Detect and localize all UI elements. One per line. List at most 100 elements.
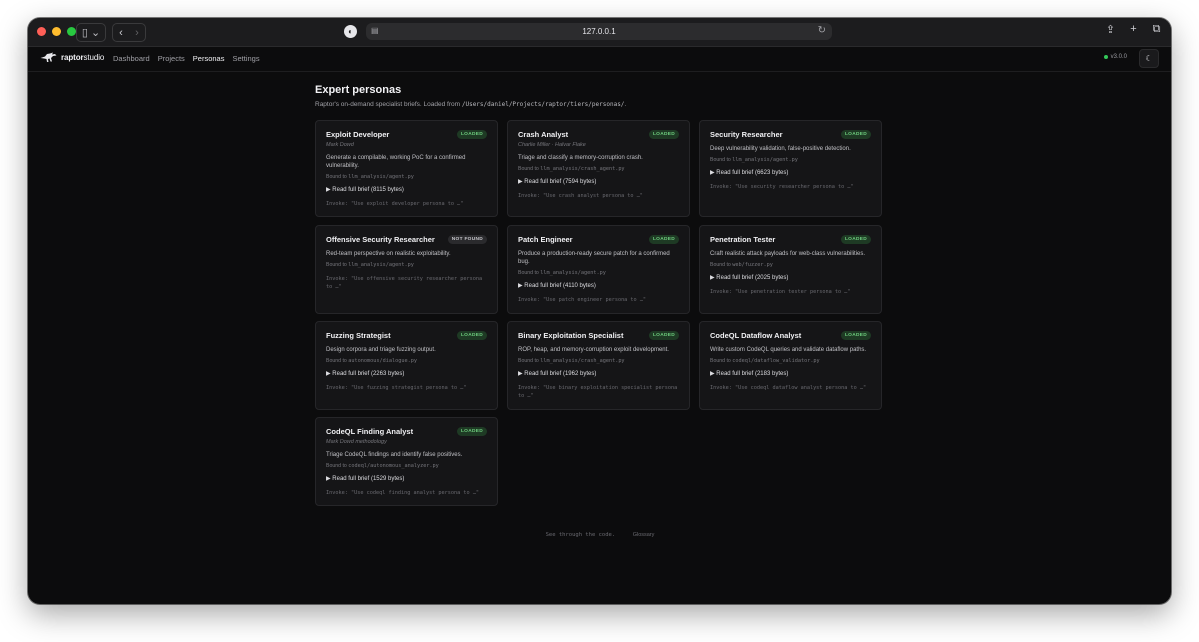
status-badge: LOADED [840,331,871,340]
persona-card: Fuzzing Strategist LOADED Design corpora a… [315,321,498,410]
history-nav: ‹ › [112,23,146,42]
persona-description: Red-team perspective on realistic exploi… [326,251,451,257]
maximize-window-button[interactable] [67,27,76,36]
persona-card: Binary Exploitation Specialist LOADED ROP,… [507,321,690,410]
read-brief-toggle[interactable]: ▶ Read full brief (1962 bytes) [518,370,679,377]
browser-toolbar: ▯ ⌄ ‹ › ◐ ▤ 127.0.0.1 ↻ ⇪ + ⧉ [28,18,1171,47]
nav-dashboard[interactable]: Dashboard [113,54,150,63]
bound-file: llm_analysis/crash_agent.py [540,358,625,364]
bound-label: Bound to [518,166,539,172]
bound-label: Bound to [326,262,347,268]
tabs-icon[interactable]: ⧉ [1150,23,1163,36]
read-brief-toggle[interactable]: ▶ Read full brief (2183 bytes) [710,370,871,377]
persona-card: Exploit Developer LOADED Mark Dowd Generate… [315,120,498,217]
nav-settings[interactable]: Settings [232,54,259,63]
bound-file: llm_analysis/agent.py [348,174,414,180]
bound-file: llm_analysis/agent.py [540,270,606,276]
status-badge: LOADED [648,235,679,244]
address-bar[interactable]: ▤ 127.0.0.1 ↻ [366,23,832,40]
invoke-hint: Invoke: "Use crash analyst persona to …" [518,193,643,199]
persona-description: Produce a production-ready secure patch … [518,251,670,265]
brand[interactable]: raptorstudio [40,52,104,63]
bound-to: Bound to llm_analysis/agent.py [326,174,487,180]
bound-to: Bound to llm_analysis/agent.py [710,157,871,163]
bound-label: Bound to [710,262,731,268]
bound-file: llm_analysis/crash_agent.py [540,166,625,172]
subtitle-text: Raptor's on-demand specialist briefs. Lo… [315,101,461,108]
personas-path: /Users/daniel/Projects/raptor/tiers/pers… [461,101,625,108]
status-badge: LOADED [840,130,871,139]
minimize-window-button[interactable] [52,27,61,36]
theme-toggle-button[interactable]: ☾ [1139,49,1159,68]
persona-author: Charlie Miller · Halvar Flake [518,142,586,148]
bound-label: Bound to [518,358,539,364]
read-brief-toggle[interactable]: ▶ Read full brief (6623 bytes) [710,169,871,176]
persona-author: Mark Dowd methodology [326,439,387,445]
read-brief-toggle[interactable]: ▶ Read full brief (7594 bytes) [518,178,679,185]
read-brief-toggle[interactable]: ▶ Read full brief (2263 bytes) [326,370,487,377]
status-badge: NOT FOUND [447,235,487,244]
chevron-right-icon[interactable]: › [129,27,145,39]
invoke-hint: Invoke: "Use exploit developer persona t… [326,201,464,207]
subtitle-suffix: . [624,101,627,108]
persona-description: Triage and classify a memory-corruption … [518,155,643,161]
nav-projects[interactable]: Projects [158,54,185,63]
plus-icon[interactable]: + [1127,23,1140,36]
read-brief-toggle[interactable]: ▶ Read full brief (1529 bytes) [326,475,487,482]
bound-to: Bound to llm_analysis/agent.py [326,262,487,268]
invoke-hint: Invoke: "Use binary exploitation special… [518,385,678,399]
window-controls [37,27,76,36]
bound-to: Bound to web/fuzzer.py [710,262,871,268]
persona-description: Generate a compilable, working PoC for a… [326,155,466,169]
status-badge: LOADED [648,130,679,139]
bound-file: llm_analysis/agent.py [348,262,414,268]
persona-description: ROP, heap, and memory-corruption exploit… [518,347,669,353]
persona-card: Penetration Tester LOADED Craft realistic … [699,225,882,314]
share-icon[interactable]: ⇪ [1104,23,1117,36]
persona-description: Design corpora and triage fuzzing output… [326,347,436,353]
persona-description: Write custom CodeQL queries and validate… [710,347,867,353]
invoke-hint: Invoke: "Use penetration tester persona … [710,289,851,295]
invoke-hint: Invoke: "Use fuzzing strategist persona … [326,385,467,391]
glossary-link[interactable]: Glossary [633,532,655,538]
version-text: v3.0.0 [1110,54,1127,60]
bound-file: autonomous/dialogue.py [348,358,417,364]
status-badge: LOADED [456,331,487,340]
app-header: raptorstudio Dashboard Projects Personas… [28,46,1171,72]
bound-label: Bound to [518,270,539,276]
url-text: 127.0.0.1 [582,27,616,36]
shield-icon[interactable]: ◐ [344,25,357,38]
bound-label: Bound to [326,463,347,469]
browser-actions: ⇪ + ⧉ [1104,23,1163,36]
main-nav: Dashboard Projects Personas Settings [113,54,260,63]
close-window-button[interactable] [37,27,46,36]
read-brief-toggle[interactable]: ▶ Read full brief (2025 bytes) [710,274,871,281]
nav-personas[interactable]: Personas [193,54,225,63]
bound-label: Bound to [326,174,347,180]
raptor-logo-icon [40,52,57,62]
bound-label: Bound to [326,358,347,364]
sidebar-toggle-button[interactable]: ▯ ⌄ [76,23,106,42]
persona-description: Deep vulnerability validation, false-pos… [710,146,851,152]
invoke-hint: Invoke: "Use security researcher persona… [710,184,854,190]
bound-file: codeql/autonomous_analyzer.py [348,463,439,469]
persona-description: Craft realistic attack payloads for web-… [710,251,866,257]
persona-card: CodeQL Dataflow Analyst LOADED Write custo… [699,321,882,410]
bound-to: Bound to llm_analysis/agent.py [518,270,679,276]
persona-card: Patch Engineer LOADED Produce a production… [507,225,690,314]
invoke-hint: Invoke: "Use patch engineer persona to …… [518,297,647,303]
persona-card: Offensive Security Researcher NOT FOUND Re… [315,225,498,314]
bound-to: Bound to llm_analysis/crash_agent.py [518,358,679,364]
reload-icon[interactable]: ↻ [818,25,826,36]
browser-window: ▯ ⌄ ‹ › ◐ ▤ 127.0.0.1 ↻ ⇪ + ⧉ raptorstud… [28,18,1171,604]
page-title: Expert personas [315,84,402,96]
persona-card: Security Researcher LOADED Deep vulnerabil… [699,120,882,217]
read-brief-toggle[interactable]: ▶ Read full brief (4110 bytes) [518,282,679,289]
version-indicator: v3.0.0 [1103,54,1127,60]
sidebar-icon: ▯ ⌄ [81,27,101,39]
read-brief-toggle[interactable]: ▶ Read full brief (8115 bytes) [326,186,487,193]
moon-icon: ☾ [1145,54,1153,63]
footer: See through the code. Glossary [315,532,885,538]
chevron-left-icon[interactable]: ‹ [113,27,129,39]
main-content: Expert personas Raptor's on-demand speci… [315,84,885,506]
